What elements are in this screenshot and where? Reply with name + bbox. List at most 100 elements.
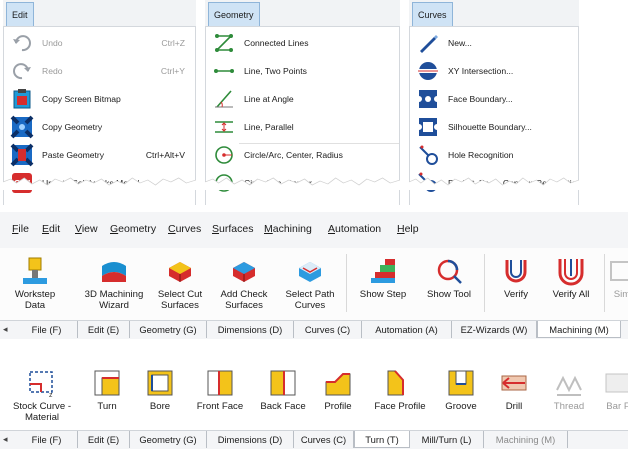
toolbar-icon <box>607 256 628 286</box>
menu-item-icon <box>212 31 236 55</box>
menu-item-label: Circle/Arc, Center, Radius <box>244 150 343 160</box>
menu-item-label: XY Intersection... <box>448 66 514 76</box>
simulate-icon <box>610 261 628 281</box>
torn-edge <box>3 177 196 190</box>
ribbon-tab[interactable]: Curves (C) <box>294 321 362 338</box>
menu-header: Geometry <box>205 0 400 27</box>
menu-item-icon <box>212 143 236 167</box>
menubar-item-automation[interactable]: Automation <box>328 223 381 235</box>
menu-item[interactable]: Undo Ctrl+Z <box>4 29 195 57</box>
menu-item[interactable]: Hole Recognition <box>410 141 578 169</box>
menubar-item-edit[interactable]: Edit <box>42 223 60 235</box>
menubar-item-view[interactable]: View <box>75 223 98 235</box>
menubar-item-machining[interactable]: Machining <box>264 223 312 235</box>
toolbar-button-select-path-curves[interactable]: Select Path Curves <box>273 256 347 311</box>
menu-item-shortcut: Ctrl+Alt+V <box>145 150 185 160</box>
menu-item-label: Silhouette Boundary... <box>448 122 532 132</box>
ribbon-tab[interactable]: Automation (A) <box>362 321 452 338</box>
toolbar-icon <box>229 256 259 286</box>
tab-scroll-left-icon[interactable]: ◂ <box>3 324 8 335</box>
ribbon-tab[interactable]: File (F) <box>16 321 78 338</box>
add-check-surfaces-icon <box>233 262 255 282</box>
ribbon-tab[interactable]: Curves (C) <box>294 431 354 448</box>
menubar-item-surfaces[interactable]: Surfaces <box>212 223 253 235</box>
toolbar-button-bar-feed[interactable]: Bar F <box>581 368 628 412</box>
ribbon-tab[interactable]: Geometry (G) <box>130 321 207 338</box>
toolbar-button-label: Sim <box>613 289 628 300</box>
ribbon-tab[interactable]: Edit (E) <box>78 321 130 338</box>
toolbar-button-label: Turn <box>97 401 117 412</box>
menu-item[interactable]: Redo Ctrl+Y <box>4 57 195 85</box>
ribbon-tab[interactable]: EZ-Wizards (W) <box>452 321 537 338</box>
toolbar-button-workstep-data[interactable]: Workstep Data <box>0 256 72 311</box>
menu-item-label: Line at Angle <box>244 94 294 104</box>
toolbar-button-stock-curve-material[interactable]: z Stock Curve - Material <box>5 368 79 423</box>
menu-item[interactable]: Copy Geometry <box>4 113 195 141</box>
ribbon-tabstrip-2: ◂ File (F) Edit (E) Geometry (G) Dimensions … <box>0 430 628 449</box>
thread-icon <box>556 375 582 396</box>
toolbar-icon <box>446 368 476 398</box>
face-boundary-icon <box>419 90 437 108</box>
menu-item-shortcut: Ctrl+Z <box>161 38 185 48</box>
ribbon-tab[interactable]: Mill/Turn (L) <box>410 431 484 448</box>
menu-item[interactable]: Copy Screen Bitmap <box>4 85 195 113</box>
undo-icon <box>13 35 31 52</box>
menubar-item-curves[interactable]: Curves <box>168 223 201 235</box>
ribbon-tab[interactable]: Turn (T) <box>354 431 410 448</box>
menu-item-icon <box>10 31 34 55</box>
select-cut-surfaces-icon <box>169 262 191 282</box>
menu-item[interactable]: Paste Geometry Ctrl+Alt+V <box>4 141 195 169</box>
toolbar-button-show-step[interactable]: Show Step <box>346 256 420 300</box>
toolbar-button-simulate[interactable]: Sim <box>585 256 628 300</box>
menu-item-icon <box>212 115 236 139</box>
menu-item-label: Face Boundary... <box>448 94 513 104</box>
menu-item[interactable]: Face Boundary... <box>410 85 578 113</box>
toolbar-button-label: Bar F <box>606 401 628 412</box>
ribbon-tab[interactable]: Dimensions (D) <box>207 321 294 338</box>
toolbar-icon <box>554 368 584 398</box>
groove-icon <box>448 370 474 396</box>
menu-item[interactable]: Line, Parallel <box>206 113 399 141</box>
toolbar-button-add-check-surfaces[interactable]: Add Check Surfaces <box>207 256 281 311</box>
menubar-item-geometry[interactable]: Geometry <box>110 223 156 235</box>
menu-tab-curves[interactable]: Curves <box>412 2 453 26</box>
verify-icon <box>505 260 527 283</box>
torn-edge <box>205 177 400 190</box>
menubar-item-file[interactable]: File <box>12 223 29 235</box>
menu-tab-geometry[interactable]: Geometry <box>208 2 260 26</box>
menu-item[interactable]: Silhouette Boundary... <box>410 113 578 141</box>
ribbon-toolbar-turn: z Stock Curve - Material Turn Bore Front Fac… <box>0 362 628 430</box>
menubar-item-help[interactable]: Help <box>397 223 419 235</box>
ribbon-tab[interactable]: Geometry (G) <box>130 431 207 448</box>
menu-tab-edit[interactable]: Edit <box>6 2 34 26</box>
ribbon-tab[interactable]: Dimensions (D) <box>207 431 294 448</box>
menu-item[interactable]: Connected Lines <box>206 29 399 57</box>
toolbar-button-label: Select Cut Surfaces <box>157 289 203 311</box>
menu-item-label: Line, Parallel <box>244 122 294 132</box>
toolbar-button-label: Add Check Surfaces <box>220 289 268 311</box>
toolbar-button-label: Back Face <box>260 401 306 412</box>
menu-item[interactable]: XY Intersection... <box>410 57 578 85</box>
menu-item[interactable]: Line, Two Points <box>206 57 399 85</box>
toolbar-button-show-tool[interactable]: Show Tool <box>412 256 486 300</box>
toolbar-button-label: Show Tool <box>426 289 472 300</box>
ribbon-tab[interactable]: File (F) <box>16 431 78 448</box>
toolbar-icon <box>20 256 50 286</box>
ribbon-tab[interactable]: Edit (E) <box>78 431 130 448</box>
menu-item[interactable]: New... <box>410 29 578 57</box>
ribbon-tab[interactable]: Machining (M) <box>484 431 568 448</box>
toolbar-button-label: Drill <box>505 401 523 412</box>
line-two-points-icon <box>214 69 234 73</box>
menu-item[interactable]: Circle/Arc, Center, Radius <box>206 141 399 169</box>
toolbar-icon <box>501 256 531 286</box>
toolbar-button-select-cut-surfaces[interactable]: Select Cut Surfaces <box>143 256 217 311</box>
ribbon-tab[interactable]: Machining (M) <box>537 321 621 338</box>
menu-item-icon <box>416 59 440 83</box>
menu-item[interactable]: Line at Angle <box>206 85 399 113</box>
toolbar-button-3d-machining-wizard[interactable]: 3D Machining Wizard <box>77 256 151 311</box>
toolbar-button-label: Show Step <box>359 289 407 300</box>
menu-item-icon <box>212 87 236 111</box>
tab-scroll-left-icon[interactable]: ◂ <box>3 434 8 445</box>
menu-item-icon <box>10 87 34 111</box>
menu-item-icon <box>416 143 440 167</box>
